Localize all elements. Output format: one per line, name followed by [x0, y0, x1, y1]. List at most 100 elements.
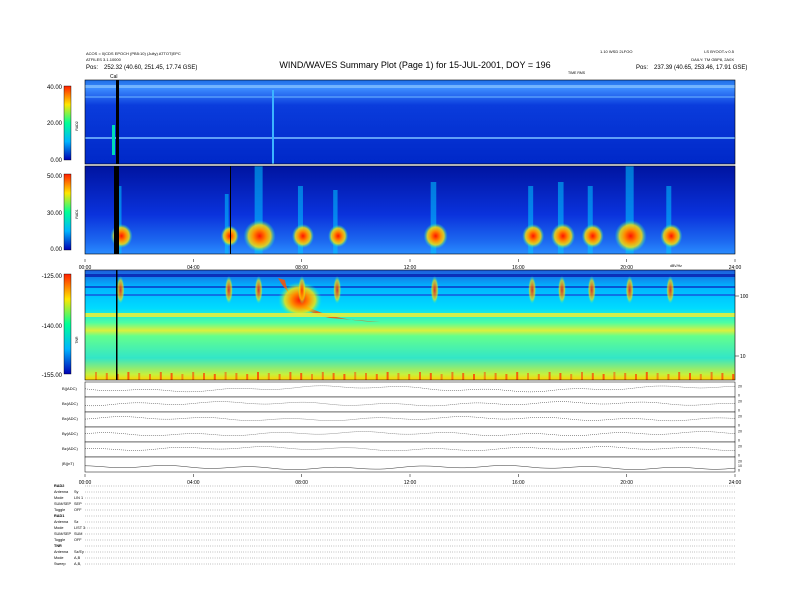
tnr-panel: -125.00 -140.00 -155.00 TNR 100 10 dBV/H…: [42, 264, 749, 381]
rad1-burst: [581, 224, 604, 248]
tnr-band: [85, 294, 735, 296]
tnr-band: [85, 286, 735, 288]
header-right-pos-label: Pos:: [636, 65, 648, 71]
mode-table-value: SUM: [74, 532, 82, 536]
mag-right-tick: 20: [738, 460, 742, 464]
tnr-low-band: [602, 374, 605, 380]
tnr-low-band: [581, 372, 583, 380]
rad2-cbar-tick: 0.00: [50, 158, 62, 164]
header-left-pos-value: 252.32 (40.60, 251.45, 17.74 GSE): [104, 65, 197, 71]
tnr-low-band: [462, 373, 465, 380]
mag-right-tick: 0: [738, 394, 740, 398]
tnr-low-band: [699, 374, 702, 380]
mode-table: RAD2Antenna SyMode LIN 1SUM/SEP SEPToggle OF…: [54, 484, 735, 566]
mag-panel-label: B|(ADC): [62, 386, 77, 391]
tnr-low-band: [224, 372, 227, 380]
tnr-low-band: [192, 372, 195, 380]
tnr-low-band: [397, 373, 400, 380]
mode-table-label: Antenna: [54, 490, 69, 494]
tnr-low-band: [386, 372, 389, 380]
mode-table-label: Sweep: [54, 562, 66, 566]
tnr-low-band: [721, 373, 724, 380]
header-right-line1b: LS BYOOT-v 0.5: [704, 49, 735, 54]
tnr-low-band: [483, 372, 486, 380]
rad1-burst: [220, 225, 239, 247]
mag-panel: |B|(nT) 20100: [62, 456, 742, 473]
mode-table-label: Toggle: [54, 508, 65, 512]
tnr-low-band: [635, 374, 637, 380]
mode-table-value: Sz/Ey: [74, 550, 84, 554]
mag-right-tick: 20: [738, 415, 742, 419]
tnr-low-band: [170, 373, 173, 380]
tnr-low-band: [321, 372, 324, 380]
tnr-low-band: [570, 374, 573, 380]
tnr-burst: [430, 276, 439, 304]
tnr-low-band: [95, 372, 97, 380]
rad1-burst: [660, 224, 683, 248]
tnr-low-band: [311, 374, 313, 380]
tnr-low-band: [667, 374, 670, 380]
mode-table-value: OFF: [74, 538, 82, 542]
tnr-cbar-tick: -155.00: [42, 373, 63, 379]
mag-panel-frame: [84, 381, 736, 398]
tnr-low-band: [375, 374, 378, 380]
tnr-low-band: [332, 373, 335, 380]
tnr-burst: [557, 276, 566, 304]
tnr-burst: [528, 276, 537, 304]
tnr-burst: [116, 276, 125, 304]
tnr-low-band: [278, 374, 281, 380]
tnr-low-band: [138, 373, 141, 380]
tnr-low-band: [267, 373, 270, 380]
tnr-low-band: [559, 373, 562, 380]
tnr-low-band: [656, 373, 659, 380]
time-label: TIME RMS: [568, 71, 586, 75]
tnr-low-band: [127, 372, 130, 380]
rad2-cbar-tick: 40.00: [47, 85, 63, 91]
mag-panels: B|(ADC) 20 0 Bx(ADC) 20 0 Bx(ADC) 20 0 By(ADC) 20 0…: [62, 381, 742, 473]
tnr-low-band: [537, 374, 540, 380]
mode-table-value: LIST 3: [74, 526, 85, 530]
time-tick-label: 20:00: [620, 480, 633, 486]
rad1-burst: [291, 224, 314, 248]
tnr-low-band: [527, 373, 529, 380]
rad1-cbar-tick: 0.00: [50, 247, 62, 253]
tnr-colorbar: [63, 273, 72, 375]
rad1-burst: [423, 223, 448, 249]
time-tick-label: 08:00: [295, 480, 308, 486]
rad2-band: [85, 137, 735, 139]
tnr-low-band: [257, 372, 259, 380]
mode-table-label: Toggle: [54, 538, 65, 542]
rad1-burst: [550, 223, 575, 249]
rad1-cbar-tick: 30.00: [47, 211, 63, 217]
tnr-low-band: [343, 374, 346, 380]
mag-right-tick: 0: [738, 454, 740, 458]
header-right-pos-value: 237.39 (40.65, 253.46, 17.91 GSE): [654, 65, 747, 71]
tnr-low-band: [159, 372, 162, 380]
header-left-pos-label: Pos:: [86, 65, 98, 71]
rad1-cbar-tick: 50.00: [47, 174, 63, 180]
mode-table-label: RAD1: [54, 514, 64, 518]
tnr-low-band: [678, 372, 681, 380]
mag-panel-label: Bz(ADC): [62, 446, 78, 451]
tnr-low-band: [289, 372, 292, 380]
mag-right-tick: 20: [738, 430, 742, 434]
mode-table-label: Mode: [54, 556, 64, 560]
tnr-burst: [333, 276, 342, 304]
tnr-burst: [666, 276, 675, 304]
tnr-low-band: [505, 374, 508, 380]
rad2-cal-line: [116, 80, 119, 164]
tnr-low-band: [429, 373, 432, 380]
rad1-burst: [614, 220, 647, 252]
mode-table-label: TNR: [54, 544, 62, 548]
tnr-low-band: [645, 372, 648, 380]
tnr-burst: [224, 276, 233, 304]
mag-right-tick: 0: [738, 469, 740, 473]
mag-right-tick: 0: [738, 439, 740, 443]
mag-panel-label: Bx(ADC): [62, 416, 78, 421]
tnr-low-band: [548, 372, 551, 380]
tnr-label: TNR: [75, 336, 79, 344]
mode-table-label: SUM/SEP: [54, 532, 72, 536]
header-right-line2: DAILY: TM GBP8, 2A0X: [691, 57, 734, 62]
tnr-low-band: [591, 373, 594, 380]
tnr-low-band: [105, 373, 108, 380]
